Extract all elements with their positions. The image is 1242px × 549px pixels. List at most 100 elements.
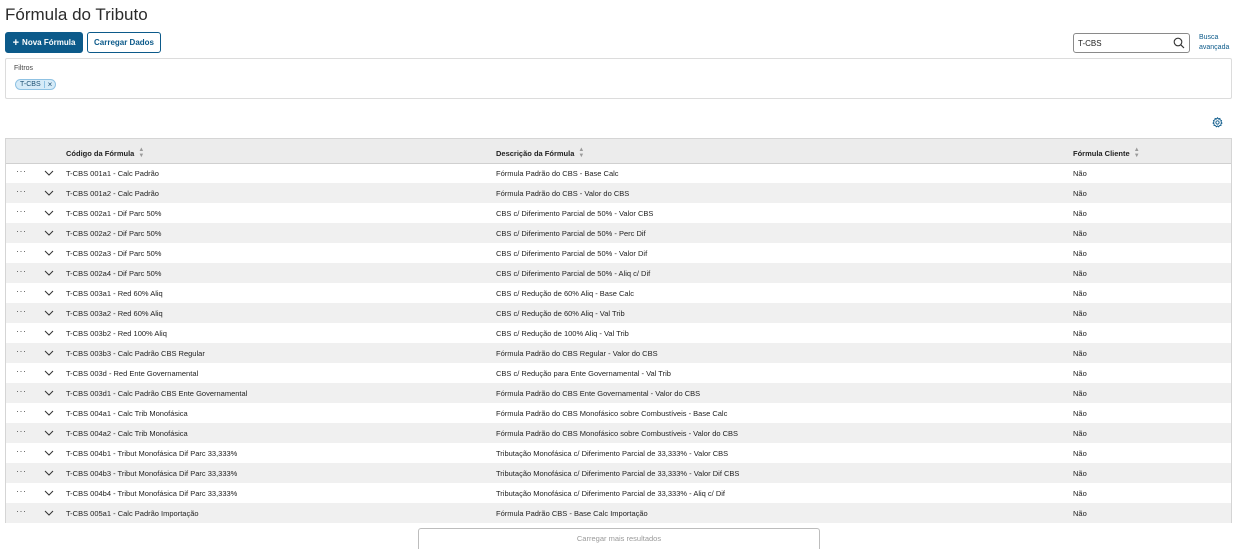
table-row[interactable]: ··· T-CBS 003d - Red Ente Governamental CB… bbox=[6, 363, 1231, 383]
formula-description-cell: CBS c/ Diferimento Parcial de 50% - Valo… bbox=[496, 249, 648, 258]
chevron-down-icon[interactable] bbox=[44, 289, 54, 297]
table-row[interactable]: ··· T-CBS 004b4 - Tribut Monofásica Dif P… bbox=[6, 483, 1231, 503]
formula-code-cell: T-CBS 002a2 - Dif Parc 50% bbox=[66, 229, 162, 238]
gear-icon[interactable] bbox=[1212, 117, 1223, 128]
formula-client-cell: Não bbox=[1073, 449, 1087, 458]
more-horizontal-icon[interactable]: ··· bbox=[16, 286, 27, 296]
more-horizontal-icon[interactable]: ··· bbox=[16, 186, 27, 196]
more-horizontal-icon[interactable]: ··· bbox=[16, 446, 27, 456]
formula-description-cell: Tributação Monofásica c/ Diferimento Par… bbox=[496, 449, 729, 458]
chevron-down-icon[interactable] bbox=[44, 469, 54, 477]
more-horizontal-icon[interactable]: ··· bbox=[16, 346, 27, 356]
formula-table: Código da Fórmula ▲ ▼ Descrição da Fórmul… bbox=[5, 138, 1232, 523]
table-row[interactable]: ··· T-CBS 002a4 - Dif Parc 50% CBS c/ Dife… bbox=[6, 263, 1231, 283]
chevron-down-icon[interactable] bbox=[44, 169, 54, 177]
sort-icon[interactable]: ▲ ▼ bbox=[1134, 147, 1140, 159]
plus-icon: + bbox=[12, 36, 20, 49]
chevron-down-icon[interactable] bbox=[44, 509, 54, 517]
new-formula-button[interactable]: + Nova Fórmula bbox=[5, 32, 83, 53]
formula-client-cell: Não bbox=[1073, 209, 1087, 218]
chevron-down-icon[interactable] bbox=[44, 369, 54, 377]
table-row[interactable]: ··· T-CBS 001a2 - Calc Padrão Fórmula Padr… bbox=[6, 183, 1231, 203]
chevron-down-icon[interactable] bbox=[44, 349, 54, 357]
table-row[interactable]: ··· T-CBS 002a3 - Dif Parc 50% CBS c/ Dife… bbox=[6, 243, 1231, 263]
chevron-down-icon[interactable] bbox=[44, 309, 54, 317]
formula-description-cell: Fórmula Padrão do CBS Monofásico sobre C… bbox=[496, 409, 728, 418]
filter-tag: T-CBS × bbox=[15, 79, 57, 90]
more-horizontal-icon[interactable]: ··· bbox=[16, 306, 27, 316]
table-row[interactable]: ··· T-CBS 003d1 - Calc Padrão CBS Ente Go… bbox=[6, 383, 1231, 403]
load-more-button[interactable]: Carregar mais resultados bbox=[418, 528, 820, 549]
filter-label: Filtros bbox=[14, 65, 34, 72]
search-box bbox=[1073, 33, 1190, 53]
formula-code-cell: T-CBS 004a2 - Calc Trib Monofásica bbox=[66, 429, 188, 438]
more-horizontal-icon[interactable]: ··· bbox=[16, 506, 27, 516]
search-icon[interactable] bbox=[1173, 37, 1185, 49]
table-header: Código da Fórmula ▲ ▼ Descrição da Fórmul… bbox=[6, 139, 1231, 164]
table-row[interactable]: ··· T-CBS 004b3 - Tribut Monofásica Dif P… bbox=[6, 463, 1231, 483]
formula-code-cell: T-CBS 001a2 - Calc Padrão bbox=[66, 189, 159, 198]
sort-icon[interactable]: ▲ ▼ bbox=[578, 147, 584, 159]
table-row[interactable]: ··· T-CBS 002a1 - Dif Parc 50% CBS c/ Dife… bbox=[6, 203, 1231, 223]
more-horizontal-icon[interactable]: ··· bbox=[16, 246, 27, 256]
table-row[interactable]: ··· T-CBS 003b2 - Red 100% Aliq CBS c/ Red… bbox=[6, 323, 1231, 343]
advanced-search-link[interactable]: Busca avançada bbox=[1199, 33, 1229, 53]
more-horizontal-icon[interactable]: ··· bbox=[16, 486, 27, 496]
chevron-down-icon[interactable] bbox=[44, 249, 54, 257]
formula-code-cell: T-CBS 002a1 - Dif Parc 50% bbox=[66, 209, 162, 218]
column-header-description[interactable]: Descrição da Fórmula ▲ ▼ bbox=[496, 147, 584, 159]
table-row[interactable]: ··· T-CBS 003a1 - Red 60% Aliq CBS c/ Redu… bbox=[6, 283, 1231, 303]
load-data-button[interactable]: Carregar Dados bbox=[87, 32, 161, 53]
table-row[interactable]: ··· T-CBS 001a1 - Calc Padrão Fórmula Padr… bbox=[6, 163, 1231, 183]
chevron-down-icon[interactable] bbox=[44, 209, 54, 217]
formula-client-cell: Não bbox=[1073, 409, 1087, 418]
chevron-down-icon[interactable] bbox=[44, 189, 54, 197]
search-input[interactable] bbox=[1078, 36, 1168, 50]
chevron-down-icon[interactable] bbox=[44, 449, 54, 457]
table-row[interactable]: ··· T-CBS 003a2 - Red 60% Aliq CBS c/ Redu… bbox=[6, 303, 1231, 323]
formula-client-cell: Não bbox=[1073, 269, 1087, 278]
filter-tag-label: T-CBS bbox=[20, 81, 41, 88]
formula-client-cell: Não bbox=[1073, 369, 1087, 378]
more-horizontal-icon[interactable]: ··· bbox=[16, 386, 27, 396]
more-horizontal-icon[interactable]: ··· bbox=[16, 326, 27, 336]
column-header-client[interactable]: Fórmula Cliente ▲ ▼ bbox=[1073, 147, 1140, 159]
more-horizontal-icon[interactable]: ··· bbox=[16, 206, 27, 216]
more-horizontal-icon[interactable]: ··· bbox=[16, 466, 27, 476]
more-horizontal-icon[interactable]: ··· bbox=[16, 366, 27, 376]
formula-description-cell: Fórmula Padrão do CBS Ente Governamental… bbox=[496, 389, 701, 398]
chevron-down-icon[interactable] bbox=[44, 409, 54, 417]
formula-description-cell: CBS c/ Diferimento Parcial de 50% - Valo… bbox=[496, 209, 654, 218]
formula-client-cell: Não bbox=[1073, 509, 1087, 518]
formula-client-cell: Não bbox=[1073, 309, 1087, 318]
formula-code-cell: T-CBS 003a2 - Red 60% Aliq bbox=[66, 309, 163, 318]
table-row[interactable]: ··· T-CBS 002a2 - Dif Parc 50% CBS c/ Dife… bbox=[6, 223, 1231, 243]
formula-description-cell: Tributação Monofásica c/ Diferimento Par… bbox=[496, 469, 740, 478]
sort-icon[interactable]: ▲ ▼ bbox=[138, 147, 144, 159]
close-icon[interactable]: × bbox=[48, 80, 53, 89]
more-horizontal-icon[interactable]: ··· bbox=[16, 226, 27, 236]
table-row[interactable]: ··· T-CBS 004a2 - Calc Trib Monofásica Fór… bbox=[6, 423, 1231, 443]
more-horizontal-icon[interactable]: ··· bbox=[16, 266, 27, 276]
more-horizontal-icon[interactable]: ··· bbox=[16, 426, 27, 436]
formula-client-cell: Não bbox=[1073, 289, 1087, 298]
formula-client-cell: Não bbox=[1073, 349, 1087, 358]
chevron-down-icon[interactable] bbox=[44, 489, 54, 497]
chevron-down-icon[interactable] bbox=[44, 389, 54, 397]
more-horizontal-icon[interactable]: ··· bbox=[16, 166, 27, 176]
table-row[interactable]: ··· T-CBS 004b1 - Tribut Monofásica Dif P… bbox=[6, 443, 1231, 463]
chevron-down-icon[interactable] bbox=[44, 229, 54, 237]
table-row[interactable]: ··· T-CBS 003b3 - Calc Padrão CBS Regular… bbox=[6, 343, 1231, 363]
formula-description-cell: CBS c/ Redução de 60% Aliq - Val Trib bbox=[496, 309, 625, 318]
table-row[interactable]: ··· T-CBS 004a1 - Calc Trib Monofásica Fór… bbox=[6, 403, 1231, 423]
chevron-down-icon[interactable] bbox=[44, 269, 54, 277]
more-horizontal-icon[interactable]: ··· bbox=[16, 406, 27, 416]
formula-code-cell: T-CBS 003d1 - Calc Padrão CBS Ente Gover… bbox=[66, 389, 248, 398]
column-header-label: Fórmula Cliente bbox=[1073, 148, 1130, 158]
column-header-code[interactable]: Código da Fórmula ▲ ▼ bbox=[66, 147, 144, 159]
chevron-down-icon[interactable] bbox=[44, 429, 54, 437]
formula-code-cell: T-CBS 003d - Red Ente Governamental bbox=[66, 369, 199, 378]
table-row[interactable]: ··· T-CBS 005a1 - Calc Padrão Importação F… bbox=[6, 503, 1231, 523]
formula-client-cell: Não bbox=[1073, 249, 1087, 258]
chevron-down-icon[interactable] bbox=[44, 329, 54, 337]
